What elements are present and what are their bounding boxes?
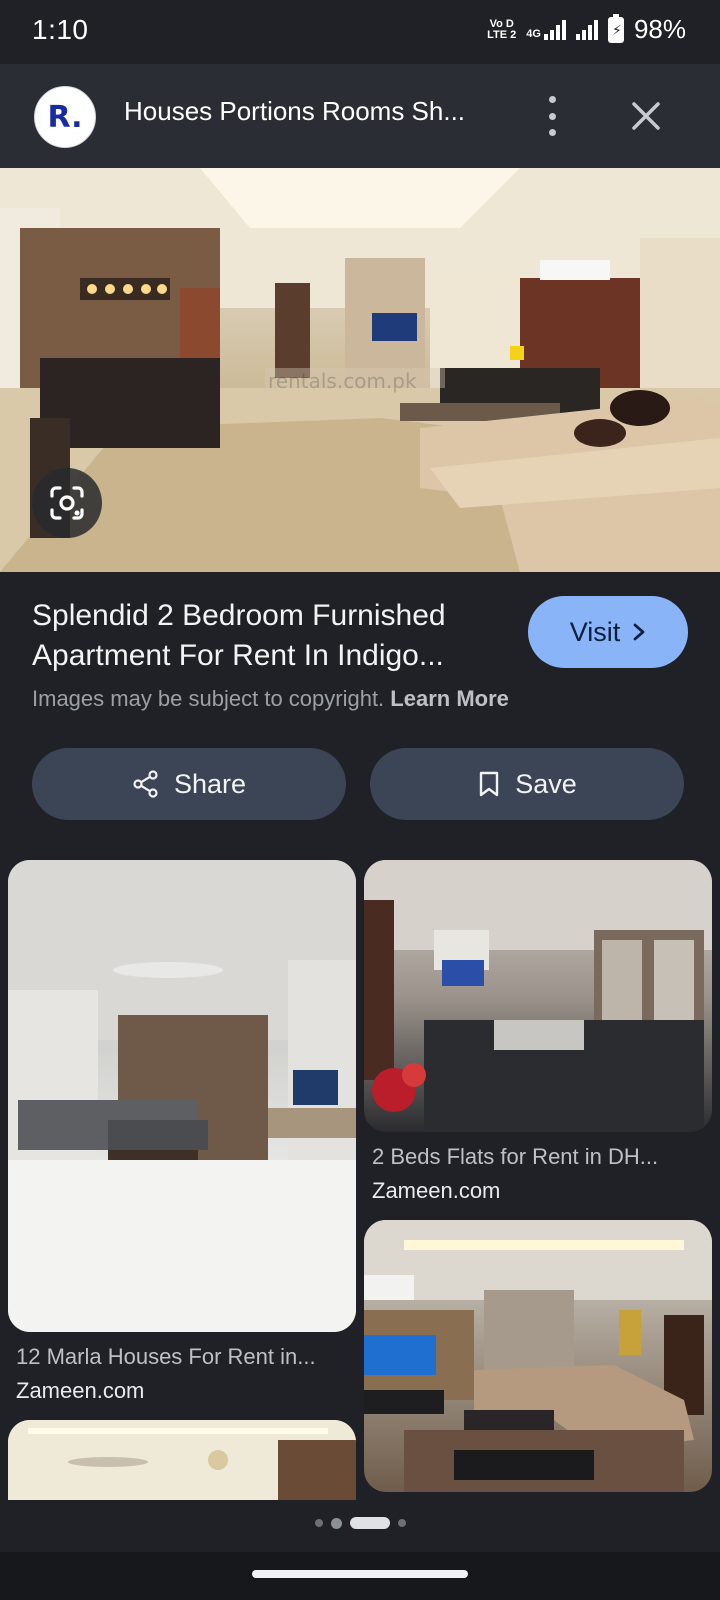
related-title-1[interactable]: 12 Marla Houses For Rent in... bbox=[16, 1344, 350, 1370]
close-button[interactable] bbox=[626, 96, 666, 136]
signal-icon-secondary bbox=[575, 19, 598, 40]
save-label: Save bbox=[515, 768, 577, 799]
battery-percent: 98% bbox=[633, 14, 686, 44]
copyright-text: Images may be subject to copyright. bbox=[32, 686, 385, 711]
living-room-photo bbox=[8, 860, 356, 1332]
bookmark-icon bbox=[480, 771, 499, 797]
share-label: Share bbox=[173, 768, 247, 799]
share-icon bbox=[133, 770, 158, 798]
header-title[interactable]: Houses Portions Rooms Sh... bbox=[124, 96, 504, 127]
result-title-line-1: Splendid 2 Bedroom Furnished bbox=[32, 599, 446, 632]
battery-icon: ⚡ bbox=[607, 13, 624, 43]
site-logo[interactable]: R. bbox=[34, 86, 96, 148]
related-source-2[interactable]: Zameen.com bbox=[372, 1178, 500, 1204]
related-title-2[interactable]: 2 Beds Flats for Rent in DH... bbox=[372, 1144, 706, 1170]
learn-more-link[interactable]: Learn More bbox=[390, 686, 509, 711]
share-button[interactable]: Share bbox=[32, 748, 346, 820]
living-room-photo bbox=[364, 1220, 712, 1492]
status-time: 1:10 bbox=[32, 14, 89, 45]
status-icons: Vo D LTE 2 4G ⚡ 98% bbox=[487, 13, 686, 45]
related-image-3[interactable] bbox=[364, 1220, 712, 1492]
hero-watermark: rentals.com.pk bbox=[268, 369, 417, 393]
related-source-1[interactable]: Zameen.com bbox=[16, 1378, 144, 1404]
result-title[interactable]: Splendid 2 Bedroom Furnished Apartment F… bbox=[32, 596, 502, 676]
volte-icon: Vo D LTE 2 bbox=[487, 17, 517, 41]
lens-icon bbox=[50, 486, 84, 520]
living-room-photo bbox=[364, 860, 712, 1132]
living-room-photo: rentals.com.pk bbox=[0, 168, 720, 572]
visit-label: Visit bbox=[569, 616, 621, 647]
chevron-right-icon bbox=[633, 623, 645, 641]
visit-button[interactable]: Visit bbox=[528, 596, 688, 668]
page-indicator bbox=[0, 1517, 720, 1529]
copyright-notice: Images may be subject to copyright. Lear… bbox=[32, 686, 509, 712]
save-button[interactable]: Save bbox=[370, 748, 684, 820]
related-image-2[interactable] bbox=[364, 860, 712, 1132]
signal-icon: 4G bbox=[526, 19, 566, 40]
lens-button[interactable] bbox=[32, 468, 102, 538]
result-title-line-2: Apartment For Rent In Indigo... bbox=[32, 639, 444, 672]
home-handle[interactable] bbox=[252, 1570, 468, 1578]
related-image-1[interactable] bbox=[8, 860, 356, 1332]
status-bar: 1:10 Vo D LTE 2 4G ⚡ 98% bbox=[0, 0, 720, 64]
more-options-button[interactable] bbox=[540, 96, 564, 136]
hero-image[interactable]: rentals.com.pk bbox=[0, 168, 720, 572]
close-icon bbox=[632, 102, 660, 130]
